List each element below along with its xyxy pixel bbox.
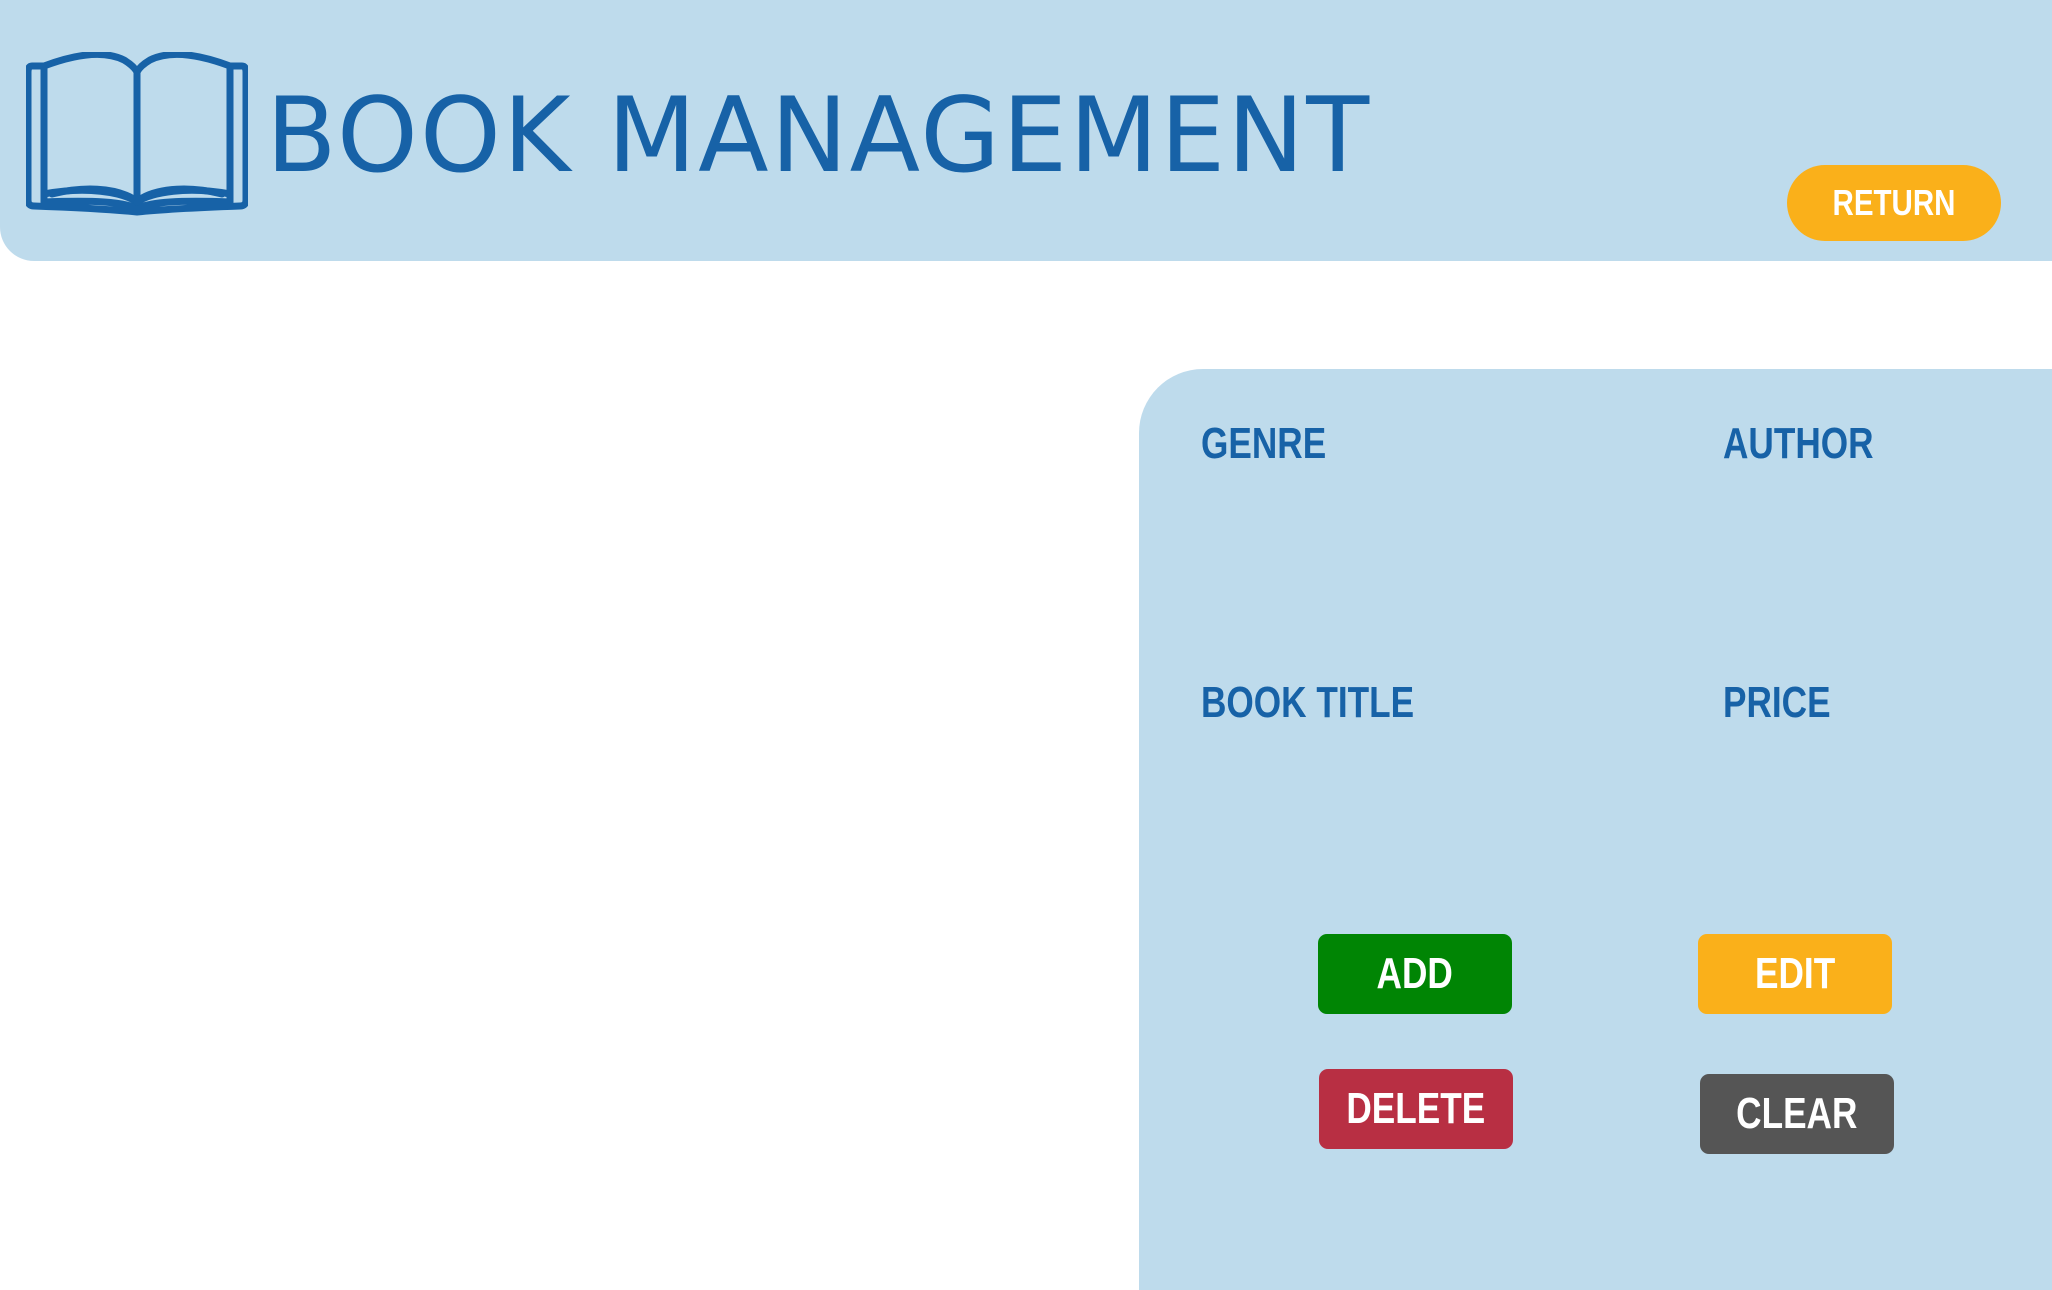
add-button[interactable]: ADD <box>1318 934 1512 1014</box>
edit-button[interactable]: EDIT <box>1698 934 1892 1014</box>
add-button-label: ADD <box>1376 949 1454 998</box>
delete-button-label: DELETE <box>1346 1084 1486 1133</box>
price-label: PRICE <box>1723 678 1831 727</box>
return-button-label: RETURN <box>1832 182 1956 223</box>
book-management-page: BOOK MANAGEMENT RETURN GENRE AUTHOR BOOK… <box>0 0 2052 1290</box>
open-book-icon <box>26 52 248 216</box>
return-button[interactable]: RETURN <box>1787 165 2001 241</box>
header-bar: BOOK MANAGEMENT RETURN <box>0 0 2052 261</box>
edit-button-label: EDIT <box>1754 949 1836 998</box>
clear-button[interactable]: CLEAR <box>1700 1074 1894 1154</box>
page-title: BOOK MANAGEMENT <box>266 76 1372 196</box>
book-title-label: BOOK TITLE <box>1201 678 1415 727</box>
delete-button[interactable]: DELETE <box>1319 1069 1513 1149</box>
clear-button-label: CLEAR <box>1736 1089 1858 1138</box>
author-label: AUTHOR <box>1723 419 1874 468</box>
genre-label: GENRE <box>1201 419 1327 468</box>
book-form-panel <box>1139 369 2052 1290</box>
